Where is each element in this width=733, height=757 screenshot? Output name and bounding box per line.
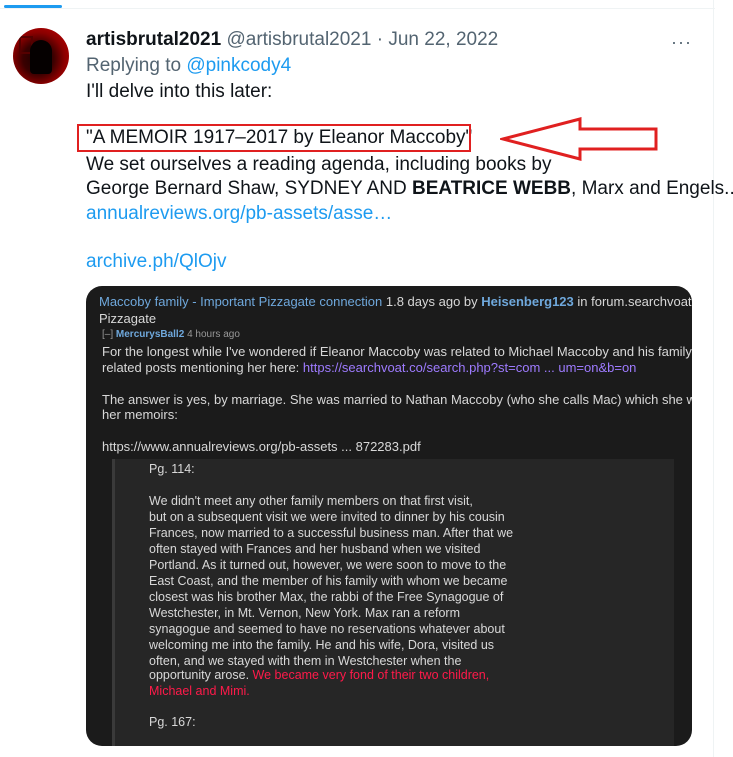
highlighted-text: Michael and Mimi. bbox=[149, 684, 250, 698]
handle[interactable]: @artisbrutal2021 bbox=[226, 29, 371, 50]
quote-line: Pg. 114: bbox=[149, 462, 195, 476]
annualreviews-link[interactable]: annualreviews.org/pb-assets/asse… bbox=[86, 203, 392, 225]
quote-line: Portland. As it turned out, however, we … bbox=[149, 558, 507, 572]
divider bbox=[0, 8, 715, 9]
quote-line: welcoming me into the family. He and his… bbox=[149, 638, 495, 652]
post-date[interactable]: Jun 22, 2022 bbox=[388, 29, 498, 50]
thread-title-link[interactable]: Maccoby family - Important Pizzagate con… bbox=[99, 294, 382, 309]
search-link[interactable]: https://searchvoat.co/search.php?st=com … bbox=[303, 360, 637, 375]
quote-line: often stayed with Frances and her husban… bbox=[149, 542, 481, 556]
quote-line: East Coast, and the member of his family… bbox=[149, 574, 508, 588]
tweet-text-line: George Bernard Shaw, SYDNEY AND BEATRICE… bbox=[86, 178, 733, 200]
avatar[interactable] bbox=[13, 28, 69, 84]
comment-user-link[interactable]: MercurysBall2 bbox=[116, 329, 184, 340]
quote-line: We didn't meet any other family members … bbox=[149, 494, 473, 508]
tweet-text-line: We set ourselves a reading agenda, inclu… bbox=[86, 154, 552, 175]
comment-text: her memoirs: bbox=[102, 407, 178, 422]
blockquote: Pg. 114: We didn't meet any other family … bbox=[112, 459, 674, 746]
highlighted-text: We became very fond of their two childre… bbox=[252, 668, 490, 682]
text-span: George Bernard Shaw, SYDNEY AND bbox=[86, 178, 412, 199]
separator: · bbox=[371, 29, 389, 50]
author-link[interactable]: Heisenberg123 bbox=[481, 294, 574, 309]
text-span: , Marx and Engels.." bbox=[571, 178, 733, 199]
quote-line: Westchester, in Mt. Vernon, New York. Ma… bbox=[149, 606, 461, 620]
pdf-link[interactable]: https://www.annualreviews.org/pb-assets … bbox=[102, 439, 421, 454]
quote-line: synagogue and seemed to have no reservat… bbox=[149, 622, 505, 636]
post-header: artisbrutal2021 @artisbrutal2021 · Jun 2… bbox=[86, 29, 498, 51]
quote-line: closest was his brother Max, the rabbi o… bbox=[149, 590, 504, 604]
meta-text: in forum.searchvoat.co bbox=[577, 294, 692, 309]
collapse-toggle[interactable]: [–] bbox=[102, 329, 113, 340]
quote-page-label: Pg. 167: bbox=[149, 715, 196, 729]
embedded-screenshot[interactable]: Maccoby family - Important Pizzagate con… bbox=[86, 286, 692, 746]
quote-line: but on a subsequent visit we were invite… bbox=[149, 510, 505, 524]
bold-text: BEATRICE WEBB bbox=[411, 178, 572, 199]
quote-line: Frances, now married to a successful bus… bbox=[149, 526, 514, 540]
comment-text: The answer is yes, by marriage. She was … bbox=[102, 392, 692, 407]
highlight-box bbox=[77, 124, 471, 152]
embed-title-row: Maccoby family - Important Pizzagate con… bbox=[99, 294, 692, 309]
comment-time: 4 hours ago bbox=[187, 329, 240, 340]
replying-handle-link[interactable]: @pinkcody4 bbox=[186, 55, 291, 76]
display-name[interactable]: artisbrutal2021 bbox=[86, 29, 221, 50]
comment-meta: [–] MercurysBall2 4 hours ago bbox=[102, 329, 240, 340]
column-border bbox=[713, 0, 714, 757]
replying-to: Replying to @pinkcody4 bbox=[86, 55, 291, 77]
tweet-text-line: I'll delve into this later: bbox=[86, 81, 273, 102]
archive-link[interactable]: archive.ph/QlOjv bbox=[86, 251, 226, 273]
more-options-icon[interactable]: ··· bbox=[671, 32, 692, 53]
quote-line: opportunity arose. We became very fond o… bbox=[149, 668, 489, 682]
quote-line: often, and we stayed with them in Westch… bbox=[149, 654, 462, 668]
category-link[interactable]: Pizzagate bbox=[99, 311, 156, 326]
meta-text: 1.8 days ago by bbox=[382, 294, 482, 309]
text-span: related posts mentioning her here: bbox=[102, 360, 303, 375]
comment-text: For the longest while I've wondered if E… bbox=[102, 344, 692, 359]
comment-text: related posts mentioning her here: https… bbox=[102, 360, 636, 375]
replying-label: Replying to bbox=[86, 55, 187, 76]
text-span: opportunity arose. bbox=[149, 668, 253, 682]
